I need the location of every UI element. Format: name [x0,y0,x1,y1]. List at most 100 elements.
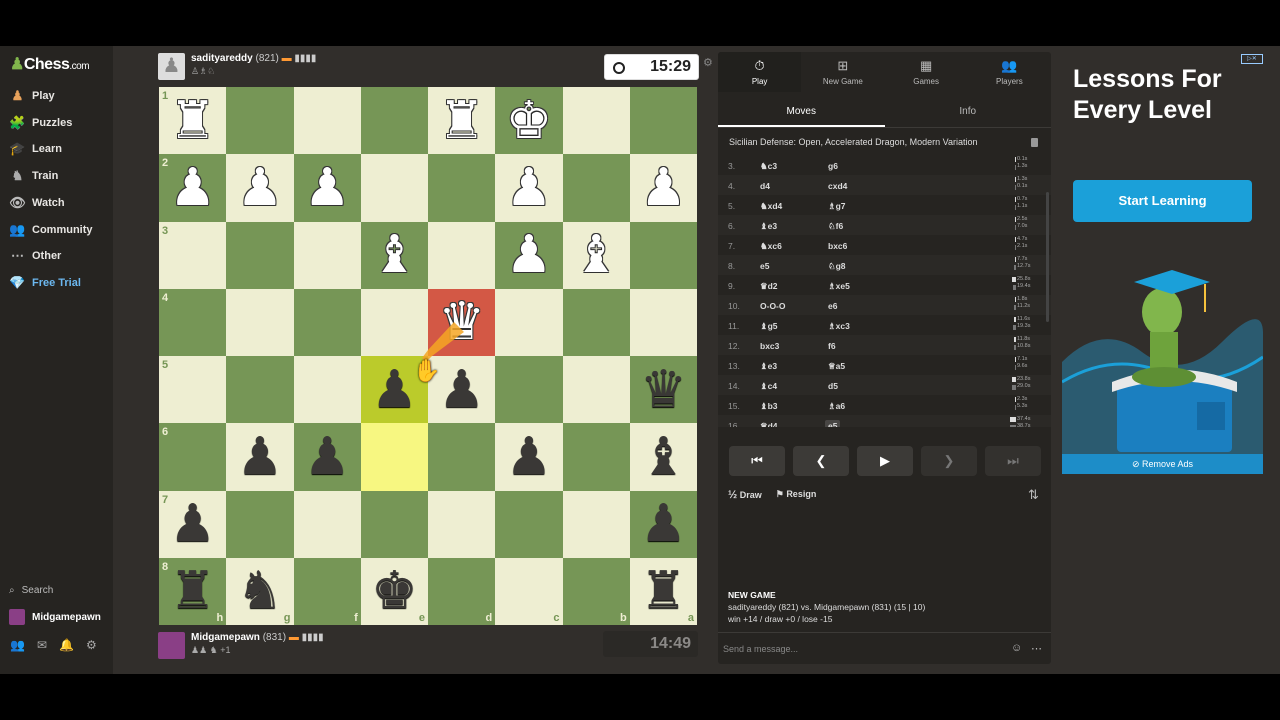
white-bishop-icon[interactable]: ♝ [371,229,418,281]
square-f6[interactable]: ♟ [293,423,361,491]
sidebar-item-other[interactable]: ⋯ Other [9,249,61,263]
square-b3[interactable]: ♝ [562,221,630,289]
tab-info[interactable]: Info [885,96,1052,127]
square-f7[interactable] [293,490,361,558]
square-e7[interactable] [360,490,428,558]
square-g7[interactable] [226,490,294,558]
emoji-icon[interactable]: ☺ [1011,642,1022,654]
white-rook-icon[interactable]: ♜ [438,95,485,147]
black-move[interactable]: ♗xe5 [828,281,850,292]
square-f4[interactable] [293,288,361,356]
square-c5[interactable] [495,356,563,424]
square-b7[interactable] [562,490,630,558]
white-pawn-icon[interactable]: ♟ [640,162,687,214]
white-move[interactable]: O-O-O [760,301,786,311]
black-pawn-icon[interactable]: ♟ [304,431,351,483]
black-king-icon[interactable]: ♚ [371,565,418,617]
square-b4[interactable] [562,288,630,356]
white-move[interactable]: bxc3 [760,341,779,351]
sidebar-item-train[interactable]: ♞ Train [9,169,59,183]
mail-icon[interactable]: ✉ [37,638,47,652]
square-d2[interactable] [428,154,496,222]
black-pawn-icon[interactable]: ♟ [169,498,216,550]
square-e3[interactable]: ♝ [360,221,428,289]
square-h2[interactable]: 2 ♟ [159,154,227,222]
square-c6[interactable]: ♟ [495,423,563,491]
tab-new-game[interactable]: ⊞ New Game [801,52,884,92]
square-b5[interactable] [562,356,630,424]
square-d1[interactable]: ♜ [428,87,496,155]
sidebar-item-community[interactable]: 👥 Community [9,222,92,237]
avatar[interactable] [158,632,185,659]
white-move[interactable]: ♝e3 [760,221,777,232]
square-a2[interactable]: ♟ [629,154,697,222]
black-move[interactable]: ♕a5 [828,361,845,372]
white-move[interactable]: ♝c4 [760,381,777,392]
tab-play[interactable]: ⏱ Play [718,52,802,92]
square-a4[interactable] [629,288,697,356]
chess-com-logo[interactable]: ♟Chess.com [10,54,90,74]
white-move[interactable]: ♝b3 [760,401,778,412]
square-e6[interactable] [360,423,428,491]
next-move-button[interactable]: ❯ [921,446,977,476]
white-move[interactable]: ♝g5 [760,321,778,332]
bell-icon[interactable]: 🔔 [59,638,74,652]
square-d6[interactable] [428,423,496,491]
square-c7[interactable] [495,490,563,558]
friends-icon[interactable]: 👥 [10,638,25,652]
sidebar-item-free-trial[interactable]: 💎 Free Trial [9,275,81,290]
black-move[interactable]: ♗g7 [828,201,846,212]
white-move[interactable]: ♞c3 [760,161,777,172]
black-move[interactable]: cxd4 [828,181,847,191]
square-g6[interactable]: ♟ [226,423,294,491]
previous-move-button[interactable]: ❮ [793,446,849,476]
black-move[interactable]: e5 [825,420,841,427]
square-g4[interactable] [226,288,294,356]
white-move[interactable]: e5 [760,261,769,271]
white-move[interactable]: ♞xc6 [760,241,782,252]
black-pawn-icon[interactable]: ♟ [640,498,687,550]
black-move[interactable]: g6 [828,161,838,171]
square-h7[interactable]: 7 ♟ [159,490,227,558]
square-b6[interactable] [562,423,630,491]
player-name[interactable]: Midgamepawn (831) ▬ ▮▮▮▮ [191,632,324,643]
white-bishop-icon[interactable]: ♝ [573,229,620,281]
white-pawn-icon[interactable]: ♟ [237,162,284,214]
flip-board-icon[interactable]: ⇅ [1028,487,1039,503]
white-move[interactable]: d4 [760,181,770,191]
square-e2[interactable] [360,154,428,222]
square-a7[interactable]: ♟ [629,490,697,558]
black-bishop-icon[interactable]: ♝ [640,431,687,483]
square-d8[interactable]: d [428,557,496,625]
square-a3[interactable] [629,221,697,289]
player-name[interactable]: sadityareddy (821) ▬ ▮▮▮▮ [191,53,316,64]
square-g5[interactable] [226,356,294,424]
opening-name[interactable]: Sicilian Defense: Open, Accelerated Drag… [729,137,977,147]
square-h3[interactable]: 3 [159,221,227,289]
black-pawn-icon[interactable]: ♟ [237,431,284,483]
sidebar-user[interactable]: Midgamepawn [9,609,101,625]
square-b8[interactable]: b [562,557,630,625]
white-rook-icon[interactable]: ♜ [169,95,216,147]
square-c8[interactable]: c [495,557,563,625]
sidebar-item-play[interactable]: ♟ Play [9,89,55,103]
tab-moves[interactable]: Moves [718,96,885,127]
square-h1[interactable]: 1 ♜ [159,87,227,155]
black-rook-icon[interactable]: ♜ [640,565,687,617]
square-h8[interactable]: 8 h ♜ [159,557,227,625]
play-button[interactable]: ▶ [857,446,913,476]
more-options-icon[interactable]: ⋯ [1031,642,1042,655]
square-c3[interactable]: ♟ [495,221,563,289]
black-move[interactable]: ♗a6 [828,401,845,412]
square-h6[interactable]: 6 [159,423,227,491]
start-learning-button[interactable]: Start Learning [1073,180,1252,222]
square-c2[interactable]: ♟ [495,154,563,222]
white-pawn-icon[interactable]: ♟ [304,162,351,214]
square-f1[interactable] [293,87,361,155]
square-a6[interactable]: ♝ [629,423,697,491]
square-d7[interactable] [428,490,496,558]
black-knight-icon[interactable]: ♞ [237,565,284,617]
black-move[interactable]: ♘g8 [828,261,846,272]
square-c4[interactable] [495,288,563,356]
draw-button[interactable]: ½ Draw [728,489,762,501]
